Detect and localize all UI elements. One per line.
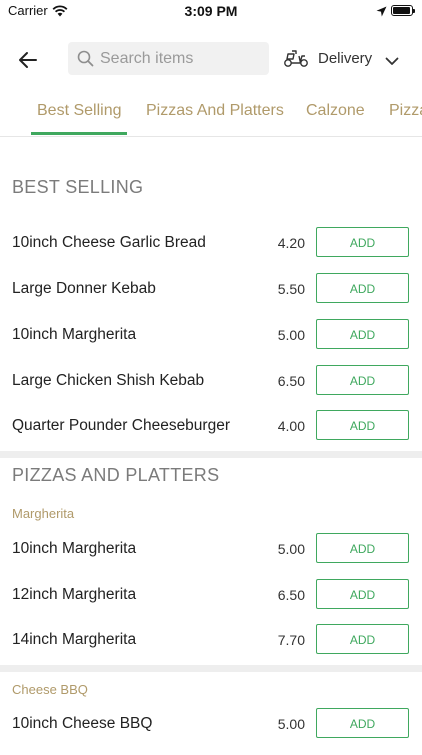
search-input[interactable] — [100, 42, 265, 75]
item-name: 14inch Margherita — [12, 631, 137, 648]
section-title-pizzas-and-platters: PIZZAS AND PLATTERS — [12, 465, 220, 485]
item-price: 4.20 — [277, 235, 305, 251]
item-price: 6.50 — [277, 587, 305, 603]
tab-pizzas-and-platters[interactable]: Pizzas And Platters — [146, 102, 284, 120]
add-button[interactable]: ADD — [316, 579, 409, 609]
add-button[interactable]: ADD — [316, 365, 409, 395]
item-price: 5.50 — [277, 281, 305, 297]
list-item: Large Chicken Shish Kebab 6.50 ADD — [0, 365, 422, 412]
add-button[interactable]: ADD — [316, 410, 409, 440]
status-bar: Carrier 3:09 PM — [0, 0, 422, 24]
item-name: Large Donner Kebab — [12, 280, 156, 297]
subcategory-title-cheese-bbq: Cheese BBQ — [12, 682, 88, 697]
add-button[interactable]: ADD — [316, 319, 409, 349]
item-price: 5.00 — [277, 541, 305, 557]
list-item: 10inch Margherita 5.00 ADD — [0, 319, 422, 366]
item-price: 4.00 — [277, 418, 305, 434]
item-name: 10inch Margherita — [12, 326, 137, 343]
tab-best-selling[interactable]: Best Selling — [37, 102, 122, 120]
item-price: 5.00 — [277, 716, 305, 732]
list-item: Large Donner Kebab 5.50 ADD — [0, 273, 422, 320]
item-price: 7.70 — [277, 632, 305, 648]
item-price: 5.00 — [277, 327, 305, 343]
header: Delivery — [0, 38, 422, 82]
item-name: Quarter Pounder Cheeseburger — [12, 417, 230, 434]
back-button[interactable] — [16, 48, 44, 72]
tab-pizza[interactable]: Pizza — [389, 102, 422, 120]
add-button[interactable]: ADD — [316, 708, 409, 738]
delivery-label: Delivery — [318, 50, 373, 67]
search-box[interactable] — [68, 42, 269, 75]
active-tab-indicator — [31, 132, 127, 135]
item-name: 10inch Cheese Garlic Bread — [12, 234, 206, 251]
list-item: 10inch Cheese Garlic Bread 4.20 ADD — [0, 227, 422, 274]
scooter-icon — [283, 47, 309, 74]
back-arrow-icon — [19, 52, 37, 68]
item-name: Large Chicken Shish Kebab — [12, 372, 205, 389]
add-button[interactable]: ADD — [316, 227, 409, 257]
subcategory-title-margherita: Margherita — [12, 506, 75, 521]
tab-calzone[interactable]: Calzone — [306, 102, 365, 120]
add-button[interactable]: ADD — [316, 533, 409, 563]
section-divider — [0, 665, 422, 672]
search-icon — [77, 50, 94, 72]
clock: 3:09 PM — [184, 3, 238, 19]
list-item: 10inch Margherita 5.00 ADD — [0, 533, 422, 580]
item-name: 10inch Cheese BBQ — [12, 715, 153, 732]
chevron-down-icon — [385, 53, 399, 71]
add-button[interactable]: ADD — [316, 624, 409, 654]
category-tabs: Best Selling Pizzas And Platters Calzone… — [0, 96, 422, 137]
add-button[interactable]: ADD — [316, 273, 409, 303]
item-name: 10inch Margherita — [12, 540, 137, 557]
location-arrow-icon — [376, 4, 387, 22]
section-title-best-selling: BEST SELLING — [12, 177, 144, 197]
list-item: 12inch Margherita 6.50 ADD — [0, 579, 422, 626]
item-name: 12inch Margherita — [12, 586, 137, 603]
delivery-selector[interactable]: Delivery — [283, 42, 413, 75]
section-divider — [0, 451, 422, 458]
battery-icon — [391, 5, 415, 16]
item-price: 6.50 — [277, 373, 305, 389]
list-item: 10inch Cheese BBQ 5.00 ADD — [0, 708, 422, 755]
